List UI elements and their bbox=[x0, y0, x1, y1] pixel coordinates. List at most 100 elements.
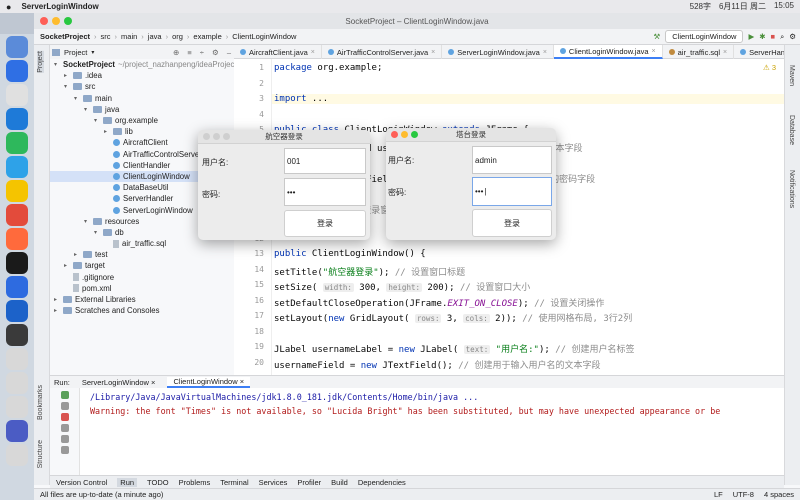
password-input[interactable]: ••• bbox=[284, 178, 366, 206]
tree-item[interactable]: ▸ .idea bbox=[50, 70, 234, 81]
tree-item[interactable]: ▾ main bbox=[50, 93, 234, 104]
tree-item[interactable]: ▾ java bbox=[50, 104, 234, 115]
encoding[interactable]: UTF-8 bbox=[733, 490, 754, 499]
login-button[interactable]: 登录 bbox=[472, 209, 552, 237]
run-config-select[interactable]: ClientLoginWindow bbox=[665, 30, 744, 43]
password-input[interactable]: ••• | bbox=[472, 177, 552, 206]
dock-app-icon[interactable] bbox=[6, 348, 28, 370]
tool-project[interactable]: Project bbox=[37, 51, 44, 73]
tool-window-button[interactable]: Dependencies bbox=[358, 478, 406, 487]
run-tab-server[interactable]: ServerLoginWindow × bbox=[76, 378, 162, 387]
breadcrumb-item[interactable]: main bbox=[121, 32, 137, 41]
dock-app-icon[interactable] bbox=[6, 84, 28, 106]
tree-item[interactable]: ▾ org.example bbox=[50, 115, 234, 126]
tool-structure[interactable]: Structure bbox=[37, 440, 44, 468]
hammer-icon[interactable]: ⚒ bbox=[654, 32, 661, 41]
dock-app-icon[interactable] bbox=[6, 132, 28, 154]
code-line[interactable]: public ClientLoginWindow() { bbox=[274, 249, 426, 259]
chevron-down-icon[interactable]: ▾ bbox=[54, 61, 57, 68]
username-input[interactable]: admin bbox=[472, 146, 552, 174]
chevron-right-icon[interactable]: ▸ bbox=[54, 296, 60, 303]
username-input[interactable]: 001 bbox=[284, 148, 366, 174]
tool-window-button[interactable]: Services bbox=[259, 478, 288, 487]
tool-maven[interactable]: Maven bbox=[788, 65, 795, 86]
chevron-down-icon[interactable]: ▾ bbox=[74, 95, 80, 102]
dock-app-icon[interactable] bbox=[6, 180, 28, 202]
code-line[interactable]: import ... bbox=[272, 94, 784, 104]
editor-tab[interactable]: AircraftClient.java × bbox=[234, 45, 322, 59]
chevron-down-icon[interactable]: ▾ bbox=[94, 117, 100, 124]
run-tab-client[interactable]: ClientLoginWindow × bbox=[167, 376, 251, 388]
minimize-icon[interactable] bbox=[213, 133, 220, 140]
stop-icon[interactable] bbox=[60, 413, 69, 421]
minimize-window-icon[interactable] bbox=[52, 17, 60, 25]
tool-window-button[interactable]: Build bbox=[331, 478, 348, 487]
editor-tab[interactable]: air_traffic.sql × bbox=[663, 45, 735, 59]
tree-item[interactable]: ▸ test bbox=[50, 249, 234, 260]
close-tab-icon[interactable]: × bbox=[652, 48, 656, 55]
close-icon[interactable] bbox=[203, 133, 210, 140]
tool-window-button[interactable]: Run bbox=[117, 477, 138, 487]
editor-tab[interactable]: ClientLoginWindow.java × bbox=[553, 45, 663, 59]
chevron-down-icon[interactable]: ▾ bbox=[84, 106, 90, 113]
tool-window-button[interactable]: Profiler bbox=[297, 478, 321, 487]
zoom-icon[interactable] bbox=[411, 131, 418, 138]
code-line[interactable]: setDefaultCloseOperation(JFrame.EXIT_ON_… bbox=[274, 296, 604, 309]
tree-item[interactable]: ▾ src bbox=[50, 81, 234, 92]
pin-icon[interactable] bbox=[60, 446, 69, 454]
dock-app-icon[interactable] bbox=[6, 276, 28, 298]
breadcrumb-item[interactable]: src bbox=[101, 32, 111, 41]
tree-item[interactable]: pom.xml bbox=[50, 283, 234, 294]
project-toolbar[interactable]: ⊕ ≡ ÷ ⚙ – bbox=[173, 48, 234, 57]
app-menu[interactable]: ServerLoginWindow bbox=[21, 2, 98, 11]
camera-icon[interactable] bbox=[60, 424, 69, 432]
search-icon[interactable]: ⌕ bbox=[780, 32, 784, 42]
login-button[interactable]: 登录 bbox=[284, 210, 366, 237]
dock-app-icon[interactable] bbox=[6, 300, 28, 322]
close-tab-icon[interactable]: × bbox=[543, 49, 547, 56]
chevron-right-icon[interactable]: ▸ bbox=[64, 262, 70, 269]
project-header[interactable]: Project ▾ ⊕ ≡ ÷ ⚙ – bbox=[34, 45, 234, 59]
breadcrumb-item[interactable]: ClientLoginWindow bbox=[232, 32, 296, 41]
line-separator[interactable]: LF bbox=[714, 490, 723, 499]
code-line[interactable]: package org.example; bbox=[274, 63, 382, 73]
indent[interactable]: 4 spaces bbox=[764, 490, 794, 499]
dock-app-icon[interactable] bbox=[6, 420, 28, 442]
code-line[interactable]: usernameField = new JTextField(); // 创建用… bbox=[274, 358, 601, 371]
chevron-right-icon[interactable]: ▸ bbox=[64, 72, 70, 79]
chevron-right-icon[interactable]: ▸ bbox=[104, 128, 110, 135]
tool-window-button[interactable]: TODO bbox=[147, 478, 169, 487]
close-window-icon[interactable] bbox=[40, 17, 48, 25]
tree-item[interactable]: ▾ SocketProject ~/project_nazhanpeng/ideaP… bbox=[50, 59, 234, 70]
tree-item[interactable]: ▸ target bbox=[50, 260, 234, 271]
zoom-icon[interactable] bbox=[223, 133, 230, 140]
code-line[interactable]: JLabel usernameLabel = new JLabel( text:… bbox=[274, 342, 634, 355]
chevron-down-icon[interactable]: ▾ bbox=[84, 218, 90, 225]
chevron-down-icon[interactable]: ▾ bbox=[64, 83, 70, 90]
settings-icon[interactable]: ⚙ bbox=[789, 32, 796, 41]
tree-item[interactable]: ▸ External Libraries bbox=[50, 294, 234, 305]
warnings-indicator[interactable]: ⚠ 3 bbox=[763, 63, 776, 72]
close-tab-icon[interactable]: × bbox=[723, 49, 727, 56]
editor-tab[interactable]: AirTrafficControlServer.java × bbox=[322, 45, 443, 59]
code-line[interactable]: setLayout(new GridLayout( rows: 3, cols:… bbox=[274, 311, 632, 324]
tool-bookmarks[interactable]: Bookmarks bbox=[37, 385, 44, 420]
tool-window-button[interactable]: Problems bbox=[179, 478, 211, 487]
tool-window-button[interactable]: Terminal bbox=[220, 478, 248, 487]
debug-icon[interactable]: ✱ bbox=[759, 32, 765, 41]
breadcrumb-item[interactable]: SocketProject bbox=[40, 32, 90, 41]
chevron-down-icon[interactable]: ▾ bbox=[94, 229, 100, 236]
tool-database[interactable]: Database bbox=[788, 115, 795, 145]
dock-app-icon[interactable] bbox=[6, 36, 28, 58]
wrench-icon[interactable] bbox=[60, 402, 69, 410]
chevron-right-icon[interactable]: ▸ bbox=[74, 251, 80, 258]
dock-app-icon[interactable] bbox=[6, 396, 28, 418]
stop-icon[interactable]: ■ bbox=[771, 32, 776, 41]
chevron-right-icon[interactable]: ▸ bbox=[54, 307, 60, 314]
close-tab-icon[interactable]: × bbox=[431, 49, 435, 56]
breadcrumb-item[interactable]: example bbox=[193, 32, 221, 41]
dock-app-icon[interactable] bbox=[6, 60, 28, 82]
minimize-icon[interactable] bbox=[401, 131, 408, 138]
zoom-window-icon[interactable] bbox=[64, 17, 72, 25]
exit-icon[interactable] bbox=[60, 435, 69, 443]
